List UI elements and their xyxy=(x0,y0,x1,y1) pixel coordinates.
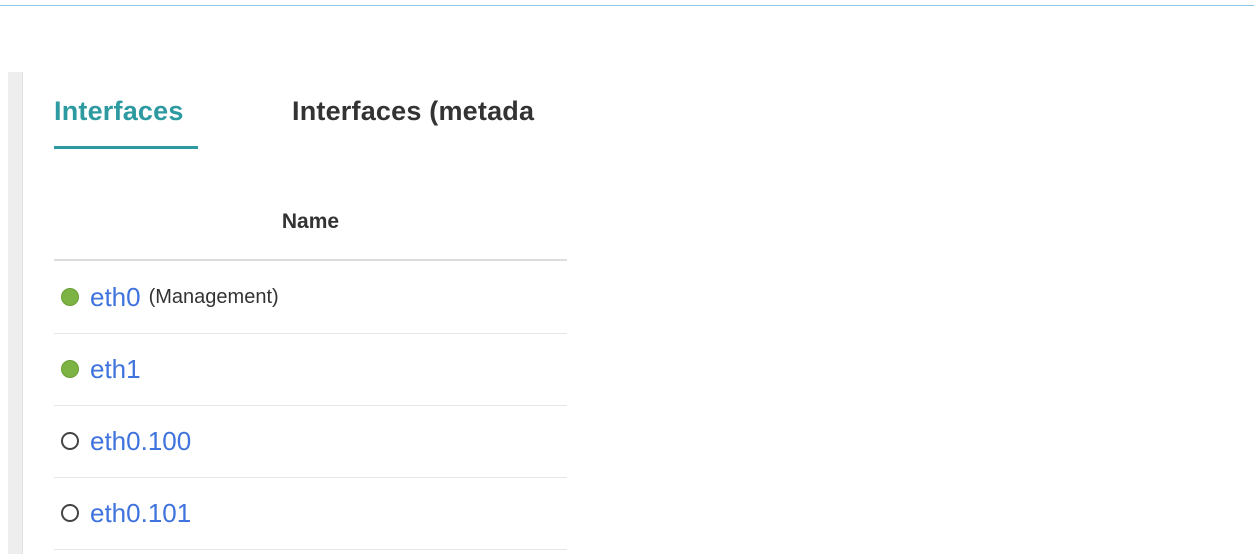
status-up-icon xyxy=(61,288,79,306)
interface-link-eth0-101[interactable]: eth0.101 xyxy=(90,498,191,529)
tab-bar: Interfaces Interfaces (metada xyxy=(54,72,567,150)
status-down-icon xyxy=(61,432,79,450)
column-header-name[interactable]: Name xyxy=(54,210,567,234)
interface-link-eth1[interactable]: eth1 xyxy=(90,354,141,385)
status-down-icon xyxy=(61,504,79,522)
active-tab-indicator xyxy=(54,146,198,149)
top-divider xyxy=(0,5,1254,6)
interfaces-panel: Interfaces Interfaces (metada Name eth0 … xyxy=(54,72,567,554)
tab-interfaces-metadata[interactable]: Interfaces (metada xyxy=(292,96,534,127)
table-row: eth0 (Management) xyxy=(54,261,567,334)
status-up-icon xyxy=(61,360,79,378)
interface-link-eth0[interactable]: eth0 xyxy=(90,282,141,313)
side-scroll-rail xyxy=(8,72,23,554)
interface-link-eth0-100[interactable]: eth0.100 xyxy=(90,426,191,457)
interface-note: (Management) xyxy=(148,285,279,308)
tab-interfaces[interactable]: Interfaces xyxy=(54,96,184,127)
table-row: eth1 xyxy=(54,333,567,406)
table-row: eth0.100 xyxy=(54,405,567,478)
table-row: eth0.101 xyxy=(54,477,567,550)
